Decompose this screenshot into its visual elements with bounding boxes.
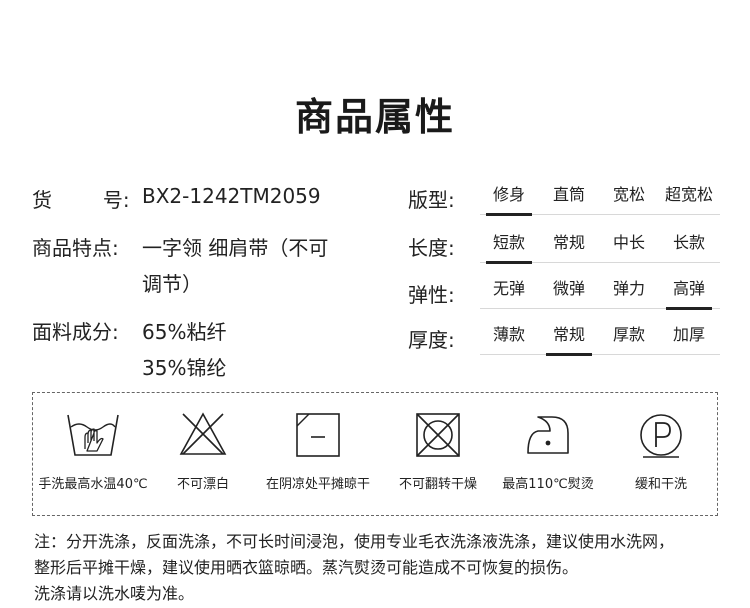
care-label: 最高110℃熨烫: [502, 477, 594, 492]
care-label: 不可翻转干燥: [398, 477, 477, 492]
attr-label: 货 号:: [32, 188, 130, 212]
care-item: 在阴凉处平摊晾干: [253, 393, 383, 513]
option-length-3: 长款: [672, 233, 705, 252]
option-fit-3: 超宽松: [664, 185, 713, 204]
length-options: 短款 常规 中长 长款: [480, 228, 720, 264]
care-item: 最高110℃熨烫: [493, 393, 603, 513]
iron-110-icon: [527, 416, 569, 454]
attr-value: 一字领 细肩带（不可: [142, 236, 329, 260]
attr-label: 商品特点:: [32, 236, 119, 260]
option-elasticity-0: 无弹: [492, 279, 525, 298]
option-fit-1: 直筒: [552, 185, 585, 204]
elasticity-label: 弹性:: [408, 283, 455, 307]
care-note-line: 注：分开洗涤，反面洗涤，不可长时间浸泡，使用专业毛衣洗涤液洗涤，建议使用水洗网，: [34, 532, 675, 551]
care-item: 手洗最高水温40℃: [33, 393, 153, 513]
page-title: 商品属性: [294, 95, 455, 139]
care-label: 在阴凉处平摊晾干: [265, 477, 370, 492]
care-item: 不可漂白: [153, 393, 253, 513]
option-thickness-0: 薄款: [492, 325, 525, 344]
option-elasticity-2: 弹力: [612, 279, 645, 298]
care-instructions: 手洗最高水温40℃ 不可漂白 在阴凉处平摊晾干 不可翻转干燥 最高110℃熨烫: [32, 392, 718, 516]
attr-value: 调节）: [142, 272, 202, 296]
care-label: 缓和干洗: [634, 477, 687, 492]
thickness-options: 薄款 常规 厚款 加厚: [480, 320, 720, 356]
no-bleach-icon: [179, 412, 227, 455]
care-label: 手洗最高水温40℃: [38, 477, 148, 492]
option-fit-0: 修身: [480, 180, 538, 216]
shade-dry-flat-icon: [296, 413, 340, 457]
option-thickness-1: 常规: [540, 320, 598, 356]
option-elasticity-3: 高弹: [660, 274, 718, 310]
attr-features: 商品特点: 一字领 细肩带（不可 调节）: [32, 232, 328, 296]
fit-options: 修身 直筒 宽松 超宽松: [480, 180, 720, 216]
elasticity-options: 无弹 微弹 弹力 高弹: [480, 274, 720, 310]
option-fit-2: 宽松: [612, 185, 645, 204]
fit-label: 版型:: [408, 188, 455, 212]
attr-label: 面料成分:: [32, 320, 119, 344]
option-thickness-3: 加厚: [672, 325, 705, 344]
thickness-label: 厚度:: [408, 328, 455, 352]
option-length-1: 常规: [552, 233, 585, 252]
length-label: 长度:: [408, 236, 455, 260]
attr-fabric: 面料成分: 65%粘纤 35%锦纶: [32, 316, 226, 380]
gentle-dry-clean-icon: [640, 414, 682, 458]
attr-item-number: 货 号: BX2-1242TM2059: [32, 184, 321, 213]
attr-value: BX2-1242TM2059: [142, 184, 321, 208]
care-note-line: 洗涤请以洗水唛为准。: [34, 584, 195, 603]
option-thickness-2: 厚款: [612, 325, 645, 344]
hand-wash-icon: [67, 414, 119, 456]
option-length-2: 中长: [612, 233, 645, 252]
no-tumble-dry-icon: [416, 413, 460, 457]
care-label: 不可漂白: [176, 477, 229, 492]
care-note-line: 整形后平摊干燥，建议使用晒衣篮晾晒。蒸汽熨烫可能造成不可恢复的损伤。: [34, 558, 579, 577]
attr-value: 65%粘纤: [142, 320, 227, 344]
care-item: 缓和干洗: [603, 393, 719, 513]
attr-value: 35%锦纶: [142, 356, 227, 380]
care-item: 不可翻转干燥: [383, 393, 493, 513]
option-length-0: 短款: [480, 228, 538, 264]
option-elasticity-1: 微弹: [552, 279, 585, 298]
